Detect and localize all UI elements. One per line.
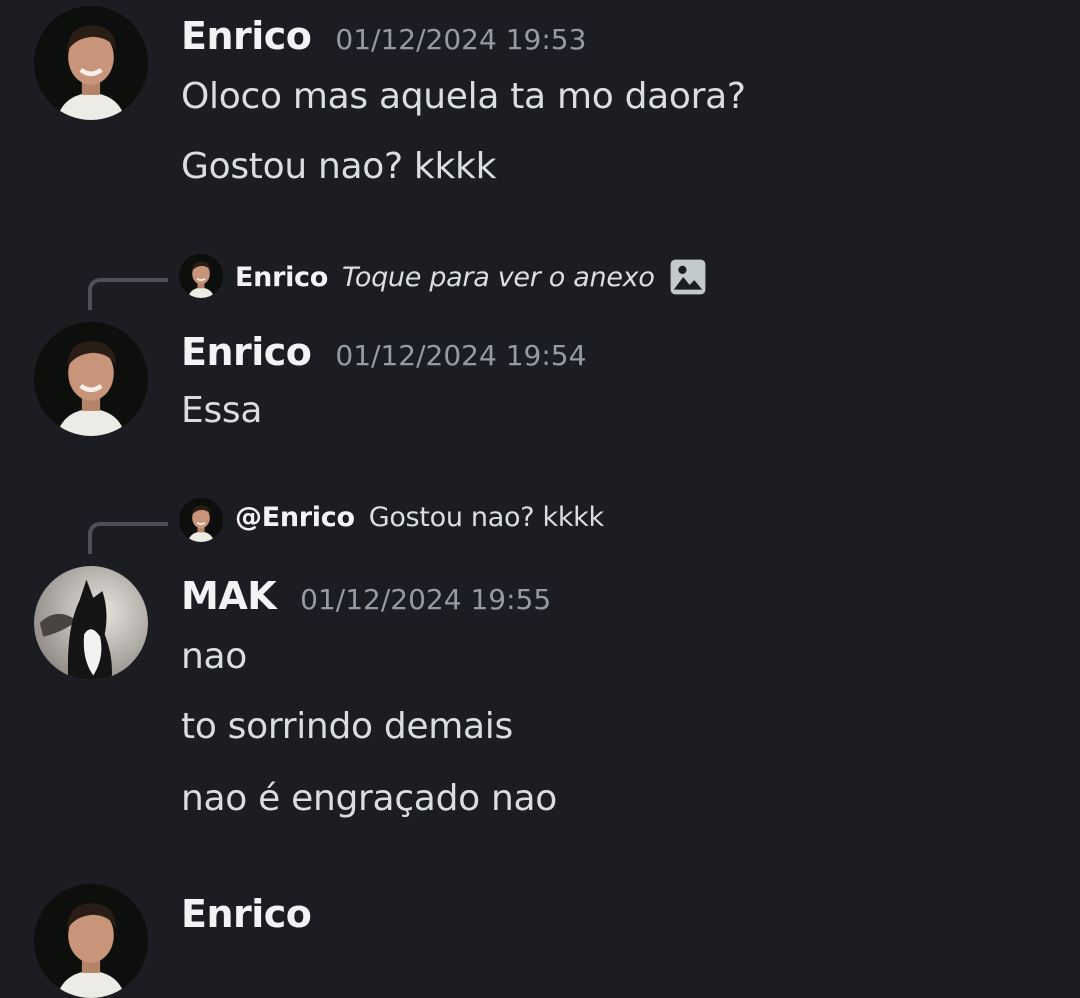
username[interactable]: Enrico [181, 330, 312, 374]
user-avatar-icon [34, 884, 148, 998]
user-avatar-icon [34, 322, 148, 436]
reply-avatar [179, 254, 223, 298]
avatar[interactable] [34, 566, 148, 680]
reply-author: Enrico [235, 261, 328, 293]
reply-content: Gostou nao? kkkk [368, 502, 604, 533]
username[interactable]: MAK [181, 574, 277, 618]
username[interactable]: Enrico [181, 14, 312, 58]
avatar[interactable] [34, 322, 148, 436]
image-icon [669, 258, 707, 296]
cat-avatar-icon [34, 566, 148, 680]
timestamp: 01/12/2024 19:54 [335, 339, 587, 372]
message-text[interactable]: nao [181, 636, 247, 677]
username[interactable]: Enrico [181, 892, 312, 936]
message-text[interactable]: Essa [181, 390, 262, 431]
timestamp: 01/12/2024 19:53 [335, 23, 587, 56]
avatar[interactable] [34, 884, 148, 998]
reply-author: @Enrico [235, 502, 355, 533]
message-text[interactable]: to sorrindo demais [181, 706, 513, 747]
message-text[interactable]: nao é engraçado nao [181, 778, 557, 819]
reply-spine [88, 278, 168, 310]
reply-avatar [179, 498, 223, 542]
timestamp: 01/12/2024 19:55 [300, 583, 552, 616]
user-avatar-icon [34, 6, 148, 120]
message-text[interactable]: Oloco mas aquela ta mo daora? [181, 76, 746, 117]
message-text[interactable]: Gostou nao? kkkk [181, 146, 496, 187]
user-avatar-icon [179, 498, 223, 542]
user-avatar-icon [179, 254, 223, 298]
reply-spine [88, 522, 168, 554]
reply-content: Toque para ver o anexo [342, 261, 655, 293]
avatar[interactable] [34, 6, 148, 120]
